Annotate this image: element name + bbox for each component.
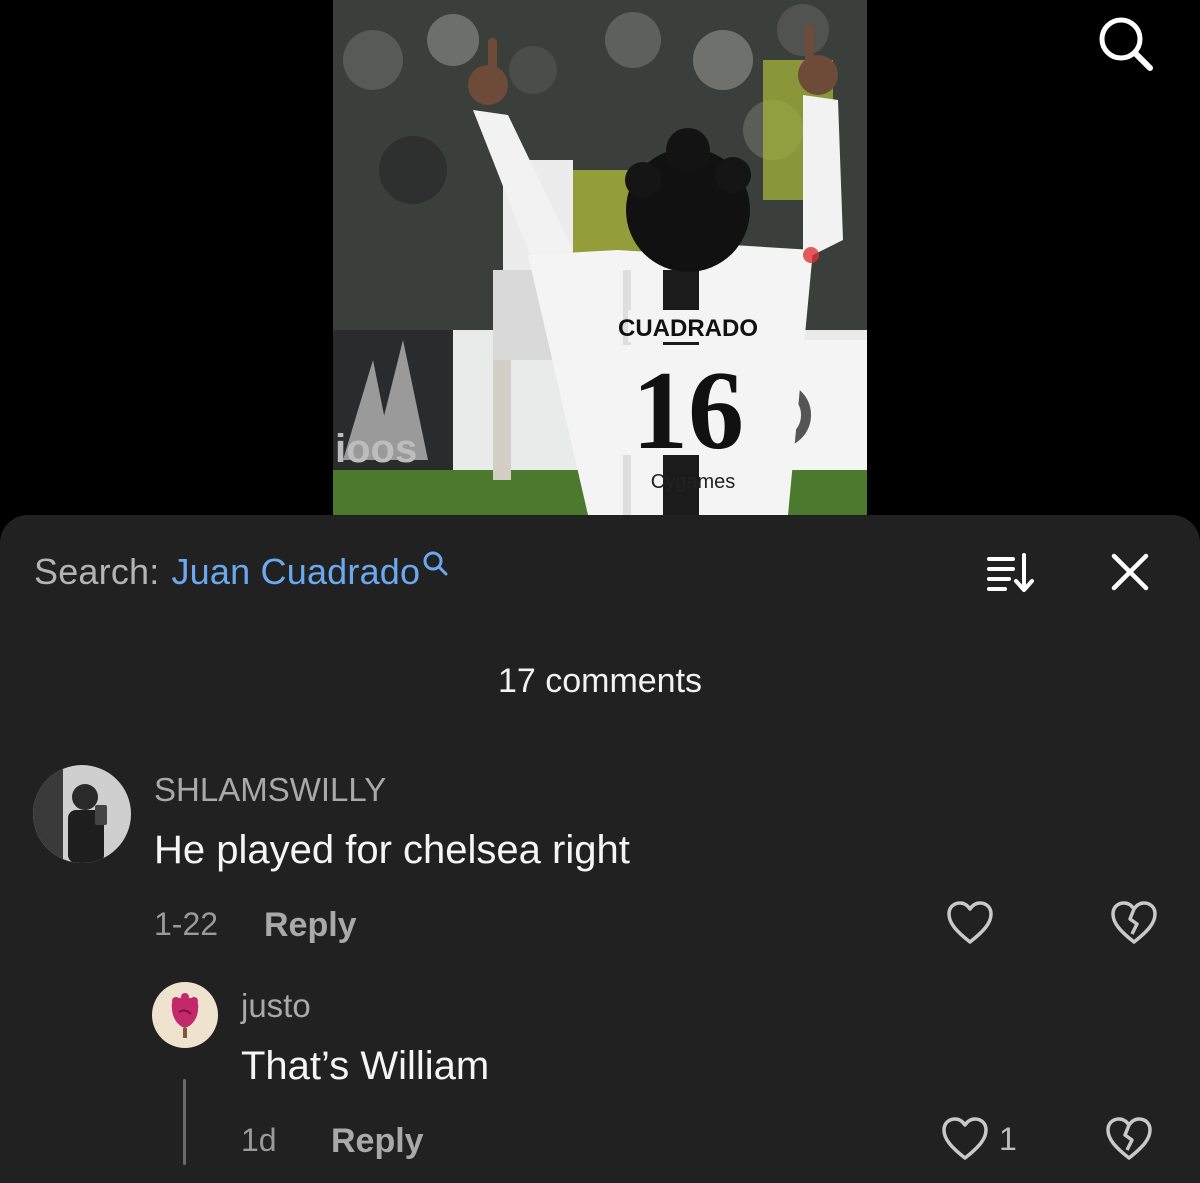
app-screen: ioos CUADRADO 16 Cygames Search: Juan Cu… [0, 0, 1200, 1183]
comment-count: 17 comments [497, 662, 703, 700]
like-count: 1 [999, 1120, 1017, 1157]
video-frame[interactable]: ioos CUADRADO 16 Cygames [333, 0, 867, 515]
reply-username[interactable]: justo [241, 987, 311, 1025]
comment-username[interactable]: SHLAMSWILLY [154, 771, 386, 809]
broken-heart-icon [1111, 901, 1157, 944]
video-search-button[interactable] [1090, 12, 1160, 74]
sort-icon [987, 553, 1034, 592]
comment-search-row: Search: Juan Cuadrado [34, 549, 448, 595]
comment-date: 1-22 [154, 906, 219, 942]
dislike-button[interactable] [1110, 900, 1158, 946]
search-icon [1099, 17, 1153, 71]
dislike-button[interactable] [1105, 1116, 1153, 1162]
close-comments-button[interactable] [1104, 548, 1156, 596]
comment-text: He played for chelsea right [154, 828, 630, 872]
like-button[interactable] [946, 900, 994, 946]
search-term-link[interactable]: Juan Cuadrado [171, 551, 420, 593]
like-button[interactable]: 1 [941, 1116, 1017, 1162]
heart-outline-icon [942, 1117, 988, 1160]
reply-date: 1d [241, 1122, 277, 1158]
jersey-sponsor: Cygames [651, 471, 735, 493]
reply-button[interactable]: Reply [264, 906, 357, 945]
avatar[interactable] [152, 982, 218, 1048]
search-prefix-label: Search: [34, 551, 160, 592]
reply-button[interactable]: Reply [331, 1122, 424, 1161]
broken-heart-icon [1106, 1117, 1152, 1160]
search-icon[interactable] [422, 550, 448, 576]
close-icon [1111, 553, 1149, 591]
avatar[interactable] [33, 765, 131, 863]
video-still: ioos CUADRADO 16 Cygames [333, 0, 867, 515]
sort-button[interactable] [982, 548, 1038, 596]
jersey-name: CUADRADO [618, 315, 758, 342]
reply-text: That’s William [241, 1044, 490, 1088]
svg-text:ioos: ioos [335, 427, 417, 471]
thread-line [183, 1079, 186, 1165]
jersey-number: 16 [632, 349, 744, 473]
heart-outline-icon [947, 901, 993, 944]
